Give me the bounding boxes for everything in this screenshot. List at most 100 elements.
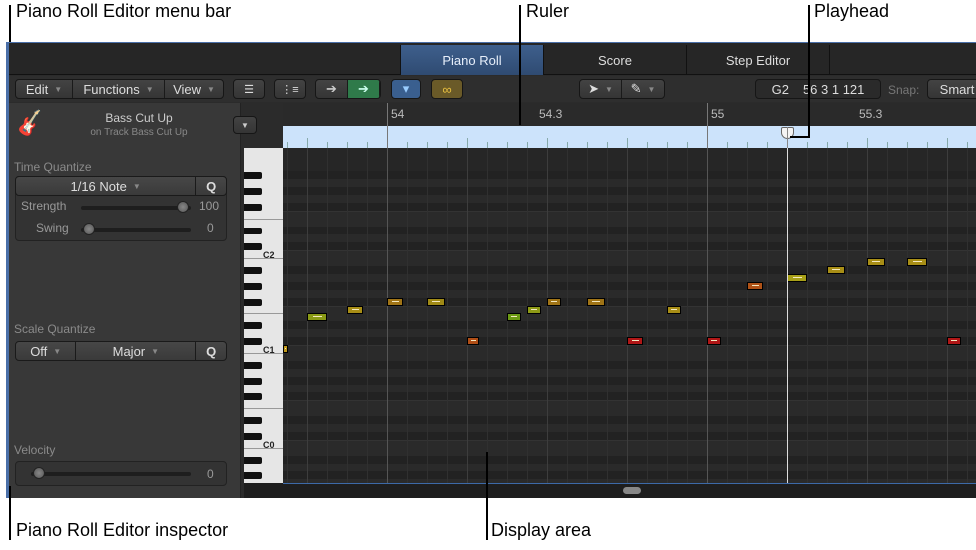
black-key[interactable] — [244, 322, 262, 330]
midi-in-button[interactable]: ➔ — [316, 80, 348, 98]
velocity-line — [550, 300, 557, 302]
division-line — [667, 148, 668, 483]
strength-slider[interactable] — [81, 201, 191, 213]
quantize-value-menu[interactable]: 1/16 Note ▼ — [16, 177, 197, 195]
editor-tabs: Piano Roll Score Step Editor — [9, 43, 976, 75]
view-menu[interactable]: View ▼ — [165, 80, 223, 98]
black-key[interactable] — [244, 417, 262, 425]
scale-root-menu[interactable]: Off ▼ — [16, 342, 77, 360]
callout-display-area: Display area — [491, 520, 592, 540]
black-key[interactable] — [244, 298, 262, 306]
midi-note[interactable] — [867, 258, 885, 267]
chevron-down-icon: ▼ — [132, 181, 141, 191]
edit-menu[interactable]: Edit ▼ — [16, 80, 73, 98]
ruler-tick — [627, 138, 628, 148]
midi-note[interactable] — [427, 297, 445, 306]
scroll-thumb[interactable] — [623, 487, 641, 494]
midi-note[interactable] — [467, 337, 479, 346]
quantize-q-button[interactable]: Q — [196, 177, 226, 195]
chevron-down-icon: ▼ — [207, 84, 215, 94]
ruler[interactable]: 54 54.3 55 55.3 — [283, 103, 976, 149]
link-button[interactable]: ∞ — [431, 79, 463, 99]
swing-knob[interactable] — [83, 223, 95, 235]
black-key[interactable] — [244, 282, 262, 290]
division-line — [407, 148, 408, 483]
midi-note[interactable] — [627, 337, 643, 346]
pencil-icon: ✎ — [630, 81, 642, 96]
horizontal-scrollbar[interactable] — [283, 483, 976, 498]
velocity-line — [510, 316, 517, 318]
division-line — [287, 148, 288, 483]
midi-note[interactable] — [667, 305, 681, 314]
black-key[interactable] — [244, 188, 262, 195]
tab-piano-roll[interactable]: Piano Roll — [400, 45, 543, 75]
black-key[interactable] — [244, 203, 262, 211]
piano-keyboard[interactable]: C0 C1 C2 — [244, 148, 283, 483]
velocity-line — [871, 261, 880, 263]
black-key[interactable] — [244, 361, 262, 369]
functions-menu[interactable]: Functions ▼ — [73, 80, 165, 98]
midi-note[interactable] — [747, 281, 763, 290]
tab-score[interactable]: Score — [543, 45, 686, 75]
midi-note[interactable] — [827, 266, 845, 274]
display-area[interactable] — [283, 148, 976, 483]
black-key[interactable] — [244, 243, 262, 251]
midi-note[interactable] — [307, 313, 327, 322]
division-line — [927, 148, 928, 483]
black-key[interactable] — [244, 338, 262, 346]
playhead-line[interactable] — [787, 148, 788, 483]
ruler-mark: 54.3 — [539, 107, 563, 121]
scale-type: Major — [112, 343, 146, 359]
division-line — [527, 148, 528, 483]
time-quantize-popup: 1/16 Note ▼ Q — [15, 176, 227, 196]
midi-out-button[interactable]: ➔ — [348, 80, 380, 98]
scale-q-button[interactable]: Q — [196, 342, 226, 360]
velocity-knob[interactable] — [33, 467, 45, 479]
collapse-view-button[interactable]: ☰ — [233, 79, 265, 99]
division-line — [327, 148, 328, 483]
division-line — [347, 148, 348, 483]
black-key[interactable] — [244, 172, 262, 180]
strength-knob[interactable] — [177, 201, 189, 213]
black-key[interactable] — [244, 227, 262, 235]
position-readout: 56 3 1 121 — [802, 81, 865, 97]
scale-type-menu[interactable]: Major ▼ — [76, 342, 197, 360]
division-line — [647, 148, 648, 483]
swing-slider[interactable] — [81, 223, 191, 235]
midi-draw-button[interactable]: ⋮≡ — [274, 79, 306, 99]
catch-button[interactable]: ▾ — [391, 79, 421, 99]
black-key[interactable] — [244, 472, 262, 480]
midi-note[interactable] — [283, 345, 288, 353]
black-key[interactable] — [244, 393, 262, 401]
midi-note[interactable] — [347, 305, 363, 314]
pointer-tool-menu[interactable]: ➤ ▼ — [580, 80, 623, 98]
midi-note[interactable] — [507, 313, 521, 322]
pencil-tool-menu[interactable]: ✎ ▼ — [622, 80, 664, 98]
region-name: Bass Cut Up — [105, 111, 173, 125]
division-line — [967, 148, 968, 483]
black-key[interactable] — [244, 456, 262, 464]
midi-note[interactable] — [387, 297, 403, 306]
division-line — [807, 148, 808, 483]
velocity-slider[interactable] — [31, 467, 191, 479]
black-key[interactable] — [244, 377, 262, 385]
key-label: C1 — [263, 345, 275, 356]
ruler-mark: 55.3 — [859, 107, 883, 121]
division-line — [687, 148, 688, 483]
ruler-tick — [947, 138, 948, 148]
midi-note[interactable] — [527, 305, 541, 314]
midi-note[interactable] — [907, 258, 927, 267]
velocity-line — [710, 340, 717, 342]
snap-menu[interactable]: Smart — [927, 79, 976, 99]
midi-note[interactable] — [707, 337, 721, 346]
midi-in-out-group: ➔ ➔ — [315, 79, 381, 99]
black-key[interactable] — [244, 432, 262, 440]
midi-note[interactable] — [547, 297, 561, 306]
inspector: 🎸 Bass Cut Up on Track Bass Cut Up ▼ Tim… — [9, 103, 257, 498]
division-line — [847, 148, 848, 483]
midi-note[interactable] — [947, 337, 961, 346]
black-key[interactable] — [244, 267, 262, 274]
midi-note[interactable] — [787, 273, 807, 282]
region-menu-button[interactable]: ▼ — [233, 116, 257, 134]
midi-note[interactable] — [587, 297, 605, 306]
